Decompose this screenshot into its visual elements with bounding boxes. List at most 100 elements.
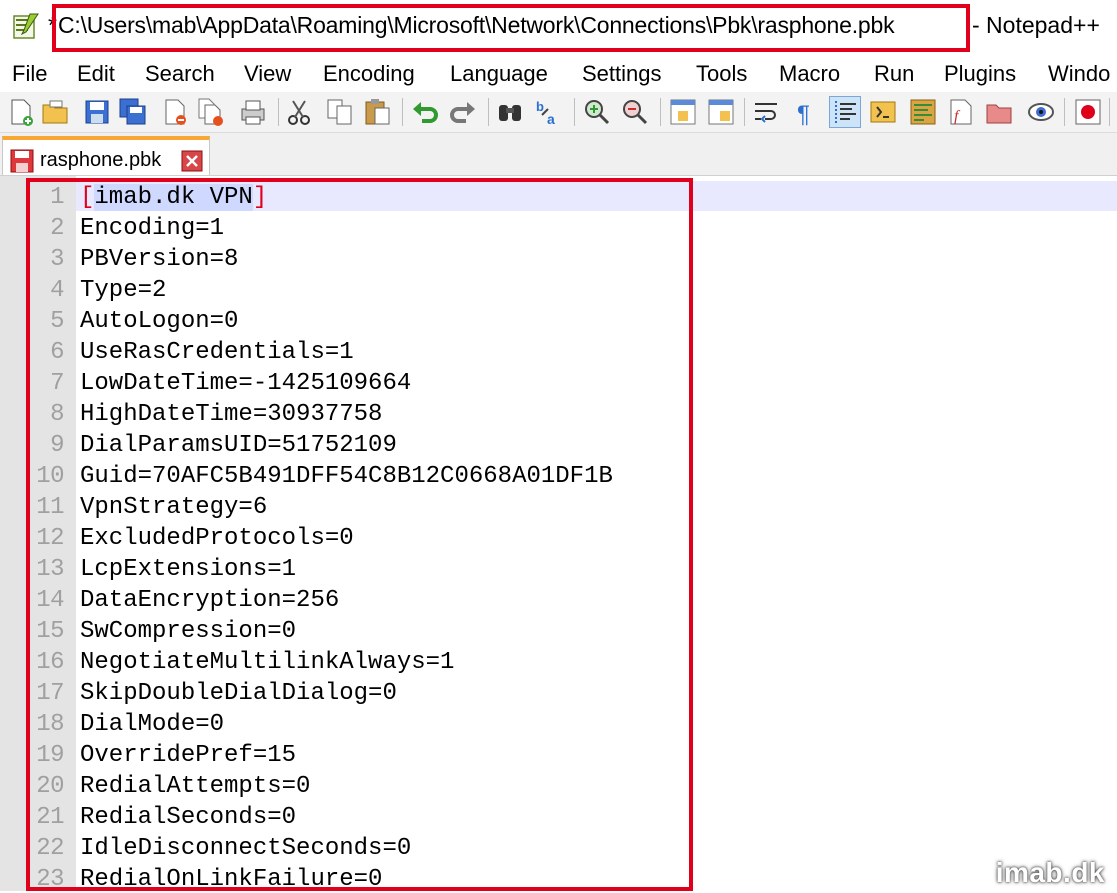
window-title-path: C:\Users\mab\AppData\Roaming\Microsoft\N… [58,12,895,38]
line-number: 6 [50,339,64,366]
unsaved-file-icon [10,149,34,173]
code-line[interactable]: 19 OverridePref=15 [0,738,1117,769]
line-number: 18 [36,711,64,738]
code-line[interactable]: 15 SwCompression=0 [0,614,1117,645]
paste-icon[interactable] [362,97,392,127]
indent-guide-icon[interactable] [829,96,861,128]
key-value-line: SwCompression=0 [80,618,297,645]
copy-icon[interactable] [325,97,355,127]
code-line[interactable]: 5 AutoLogon=0 [0,304,1117,335]
menu-tools[interactable]: Tools [696,61,747,87]
menu-encoding[interactable]: Encoding [323,61,415,87]
menu-view[interactable]: View [244,61,291,87]
tab-rasphone[interactable]: rasphone.pbk [2,136,210,175]
line-number: 17 [36,680,64,707]
key-value-line: DialMode=0 [80,711,225,738]
word-wrap-icon[interactable] [752,97,782,127]
record-macro-icon[interactable] [1073,97,1103,127]
line-number: 20 [36,773,64,800]
line-number: 9 [50,432,64,459]
toolbar-separator [574,98,575,126]
bracket-close: ] [252,184,268,211]
window-title-app: - Notepad++ [972,12,1100,38]
svg-text:b: b [536,99,544,114]
line-number: 7 [50,370,64,397]
section-name: imab.dk VPN [94,184,253,211]
code-line[interactable]: 20 RedialAttempts=0 [0,769,1117,800]
monitor-icon[interactable] [1026,97,1056,127]
toolbar-separator [278,98,279,126]
line-number: 15 [36,618,64,645]
find-icon[interactable] [495,97,525,127]
code-line[interactable]: 6 UseRasCredentials=1 [0,335,1117,366]
print-icon[interactable] [238,97,268,127]
save-icon[interactable] [82,97,112,127]
line-number: 22 [36,835,64,862]
line-number: 12 [36,525,64,552]
menu-plugins[interactable]: Plugins [944,61,1016,87]
show-all-chars-icon[interactable]: ¶ [790,97,820,127]
menu-macro[interactable]: Macro [779,61,840,87]
menu-search[interactable]: Search [145,61,215,87]
function-list-icon[interactable]: f [946,97,976,127]
code-line[interactable]: 4 Type=2 [0,273,1117,304]
code-line[interactable]: 14 DataEncryption=256 [0,583,1117,614]
code-line[interactable]: 12 ExcludedProtocols=0 [0,521,1117,552]
sync-horizontal-icon[interactable] [706,97,736,127]
folder-workspace-icon[interactable] [984,97,1014,127]
redo-icon[interactable] [448,97,478,127]
tab-label: rasphone.pbk [40,149,162,171]
code-line[interactable]: 11 VpnStrategy=6 [0,490,1117,521]
line-number: 23 [36,866,64,893]
code-line[interactable]: 7 LowDateTime=-1425109664 [0,366,1117,397]
zoom-out-icon[interactable] [620,97,650,127]
zoom-in-icon[interactable] [582,97,612,127]
code-line[interactable]: 23 RedialOnLinkFailure=0 [0,862,1117,893]
line-number: 10 [36,463,64,490]
code-line[interactable]: 10 Guid=70AFC5B491DFF54C8B12C0668A01DF1B [0,459,1117,490]
save-all-icon[interactable] [118,97,148,127]
code-line[interactable]: 18 DialMode=0 [0,707,1117,738]
toolbar: ba ¶ f [0,92,1117,133]
menu-file[interactable]: File [12,61,47,87]
code-line[interactable]: 13 LcpExtensions=1 [0,552,1117,583]
key-value-line: LowDateTime=-1425109664 [80,370,412,397]
doc-map-icon[interactable] [908,97,938,127]
tab-bar: rasphone.pbk [0,133,1117,176]
close-icon[interactable] [160,97,190,127]
lang-icon[interactable] [868,97,898,127]
key-value-line: Guid=70AFC5B491DFF54C8B12C0668A01DF1B [80,463,613,490]
key-value-line: RedialOnLinkFailure=0 [80,866,383,893]
key-value-line: RedialSeconds=0 [80,804,297,831]
code-line[interactable]: 8 HighDateTime=30937758 [0,397,1117,428]
line-number: 19 [36,742,64,769]
code-line[interactable]: 17 SkipDoubleDialDialog=0 [0,676,1117,707]
key-value-line: UseRasCredentials=1 [80,339,354,366]
code-line[interactable]: 21 RedialSeconds=0 [0,800,1117,831]
menu-edit[interactable]: Edit [77,61,115,87]
code-line[interactable]: 22 IdleDisconnectSeconds=0 [0,831,1117,862]
bracket-open: [ [80,184,95,211]
replace-icon[interactable]: ba [534,97,564,127]
menu-window[interactable]: Windo [1048,61,1110,87]
key-value-line: Encoding=1 [80,215,225,242]
sync-vertical-icon[interactable] [668,97,698,127]
new-file-icon[interactable] [6,97,36,127]
editor-area[interactable]: 1 [imab.dk VPN] 2 Encoding=1 3 PBVersion=8 4 Ty… [0,176,1117,893]
open-file-icon[interactable] [40,97,70,127]
menu-run[interactable]: Run [874,61,914,87]
code-line[interactable]: 1 [imab.dk VPN] [0,180,1117,211]
code-line[interactable]: 16 NegotiateMultilinkAlways=1 [0,645,1117,676]
code-line[interactable]: 3 PBVersion=8 [0,242,1117,273]
key-value-line: LcpExtensions=1 [80,556,297,583]
menu-language[interactable]: Language [450,61,548,87]
key-value-line: OverridePref=15 [80,742,297,769]
cut-icon[interactable] [284,97,314,127]
code-line[interactable]: 9 DialParamsUID=51752109 [0,428,1117,459]
line-number: 1 [50,184,64,211]
code-line[interactable]: 2 Encoding=1 [0,211,1117,242]
close-all-icon[interactable] [196,97,226,127]
menu-settings[interactable]: Settings [582,61,662,87]
tab-close-icon[interactable] [181,150,203,172]
undo-icon[interactable] [410,97,440,127]
